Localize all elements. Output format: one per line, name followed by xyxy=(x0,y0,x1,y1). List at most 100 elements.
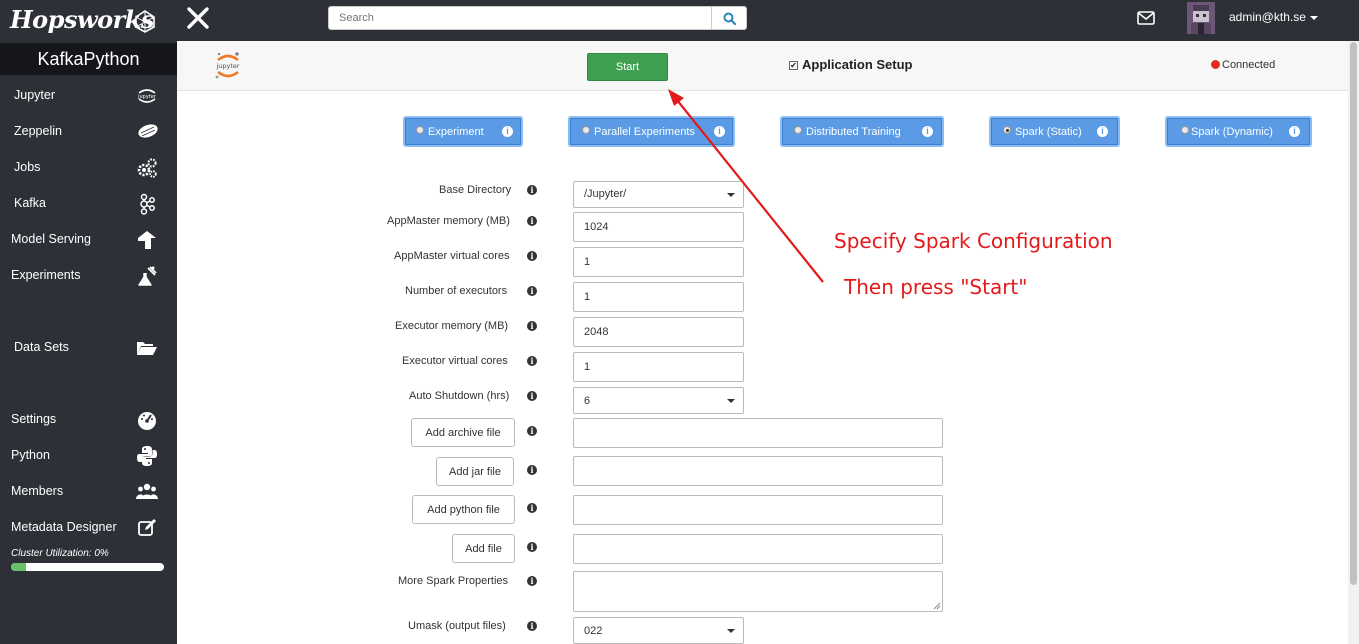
mode-radio[interactable] xyxy=(1003,126,1011,134)
base-directory-select[interactable]: /Jupyter/ xyxy=(573,181,744,208)
sidebar-item-data-sets[interactable]: Data Sets xyxy=(0,329,177,365)
info-icon[interactable]: i xyxy=(714,126,725,137)
folder-open-icon xyxy=(137,342,157,355)
jar-file-input[interactable] xyxy=(573,456,943,486)
status-dot-icon xyxy=(1211,60,1220,69)
umask-select[interactable]: 022 xyxy=(573,617,744,644)
info-icon[interactable]: i xyxy=(527,391,537,401)
more-spark-properties-textarea[interactable] xyxy=(573,571,943,612)
scrollbar-thumb[interactable] xyxy=(1350,42,1357,585)
cluster-utilization-label: Cluster Utilization: 0% xyxy=(11,548,109,559)
jupyter-logo-text: jupyter xyxy=(215,62,239,70)
info-icon[interactable]: i xyxy=(527,185,537,195)
info-icon[interactable]: i xyxy=(1289,126,1300,137)
mode-spark-dynamic[interactable]: Spark (Dynamic) i xyxy=(1165,116,1312,147)
sidebar-item-label: Data Sets xyxy=(14,340,69,354)
info-icon[interactable]: i xyxy=(527,621,537,631)
add-file-button[interactable]: Add file xyxy=(452,534,515,563)
jupyter-logo: jupyter xyxy=(215,52,240,79)
sidebar: KafkaPython Jupyter jupyter Zeppelin Job… xyxy=(0,41,177,644)
sidebar-item-zeppelin[interactable]: Zeppelin xyxy=(0,113,177,149)
avatar[interactable] xyxy=(1187,2,1215,34)
user-menu[interactable]: admin@kth.se xyxy=(1229,10,1318,24)
info-icon[interactable]: i xyxy=(527,251,537,261)
sidebar-item-members[interactable]: Members xyxy=(0,473,177,509)
info-icon[interactable]: i xyxy=(527,503,537,513)
connection-status-label: Connected xyxy=(1222,59,1276,71)
info-icon[interactable]: i xyxy=(527,286,537,296)
executor-cores-label: Executor virtual cores xyxy=(402,355,508,367)
application-setup-checkbox[interactable]: ✔ xyxy=(789,61,798,70)
caret-down-icon xyxy=(727,399,735,403)
info-icon[interactable]: i xyxy=(1097,126,1108,137)
appmaster-memory-input[interactable]: 1024 xyxy=(573,212,744,242)
mode-label: Parallel Experiments xyxy=(594,126,695,138)
mode-radio[interactable] xyxy=(582,126,590,134)
mode-label: Distributed Training xyxy=(806,126,901,138)
cluster-utilization-bar xyxy=(11,563,164,571)
info-icon[interactable]: i xyxy=(527,465,537,475)
mode-label: Spark (Static) xyxy=(1015,126,1082,138)
application-setup-label: Application Setup xyxy=(802,57,913,72)
add-python-file-button[interactable]: Add python file xyxy=(412,495,515,524)
hops-logo-icon xyxy=(135,10,155,33)
application-setup-toggle[interactable]: ✔ Application Setup xyxy=(789,57,913,72)
mode-parallel-experiments[interactable]: Parallel Experiments i xyxy=(568,116,735,147)
info-icon[interactable]: i xyxy=(527,216,537,226)
gears-icon xyxy=(137,158,157,178)
sidebar-item-kafka[interactable]: Kafka xyxy=(0,185,177,221)
info-icon[interactable]: i xyxy=(527,576,537,586)
sidebar-item-jobs[interactable]: Jobs xyxy=(0,149,177,185)
caret-down-icon xyxy=(727,629,735,633)
sidebar-item-label: Settings xyxy=(11,412,57,426)
appmaster-cores-input[interactable]: 1 xyxy=(573,247,744,277)
file-input[interactable] xyxy=(573,534,943,564)
auto-shutdown-select[interactable]: 6 xyxy=(573,387,744,414)
mode-radio[interactable] xyxy=(1181,126,1189,134)
sidebar-item-label: Zeppelin xyxy=(14,124,62,138)
sidebar-item-settings[interactable]: Settings xyxy=(0,401,177,437)
info-icon[interactable]: i xyxy=(527,356,537,366)
sidebar-item-label: Members xyxy=(11,484,64,498)
sidebar-item-experiments[interactable]: Experiments xyxy=(0,257,177,293)
caret-down-icon xyxy=(1309,15,1318,20)
sidebar-item-python[interactable]: Python xyxy=(0,437,177,473)
mode-radio[interactable] xyxy=(416,126,424,134)
appmaster-cores-label: AppMaster virtual cores xyxy=(394,250,510,262)
mode-label: Experiment xyxy=(428,126,484,138)
info-icon[interactable]: i xyxy=(527,542,537,552)
info-icon[interactable]: i xyxy=(527,426,537,436)
mode-distributed-training[interactable]: Distributed Training i xyxy=(780,116,944,147)
sidebar-item-label: Jobs xyxy=(14,160,41,174)
project-title[interactable]: KafkaPython xyxy=(0,43,177,75)
num-executors-input[interactable]: 1 xyxy=(573,282,744,312)
mode-spark-static[interactable]: Spark (Static) i xyxy=(989,116,1120,147)
python-icon xyxy=(137,446,157,466)
resize-handle-icon[interactable] xyxy=(933,602,941,610)
add-archive-file-button[interactable]: Add archive file xyxy=(411,418,515,447)
archive-file-input[interactable] xyxy=(573,418,943,448)
mode-radio[interactable] xyxy=(794,126,802,134)
sidebar-item-label: Model Serving xyxy=(11,232,91,246)
close-icon[interactable] xyxy=(186,6,210,30)
sidebar-item-jupyter[interactable]: Jupyter jupyter xyxy=(0,77,177,113)
start-button[interactable]: Start xyxy=(587,53,668,81)
mode-experiment[interactable]: Experiment i xyxy=(403,116,523,147)
sidebar-item-metadata-designer[interactable]: Metadata Designer xyxy=(0,509,177,545)
search-button[interactable] xyxy=(711,6,747,30)
edit-icon xyxy=(138,519,156,536)
jupyter-header xyxy=(177,41,1348,91)
info-icon[interactable]: i xyxy=(502,126,513,137)
add-jar-file-button[interactable]: Add jar file xyxy=(436,457,514,486)
info-icon[interactable]: i xyxy=(527,321,537,331)
python-file-input[interactable] xyxy=(573,495,943,525)
mail-icon[interactable] xyxy=(1137,11,1155,25)
executor-memory-input[interactable]: 2048 xyxy=(573,317,744,347)
svg-text:jupyter: jupyter xyxy=(137,94,157,100)
sidebar-item-model-serving[interactable]: Model Serving xyxy=(0,221,177,257)
executor-cores-input[interactable]: 1 xyxy=(573,352,744,382)
connection-status: Connected xyxy=(1211,59,1275,71)
info-icon[interactable]: i xyxy=(922,126,933,137)
search-input[interactable] xyxy=(328,6,712,30)
jupyter-icon: jupyter xyxy=(137,89,157,103)
